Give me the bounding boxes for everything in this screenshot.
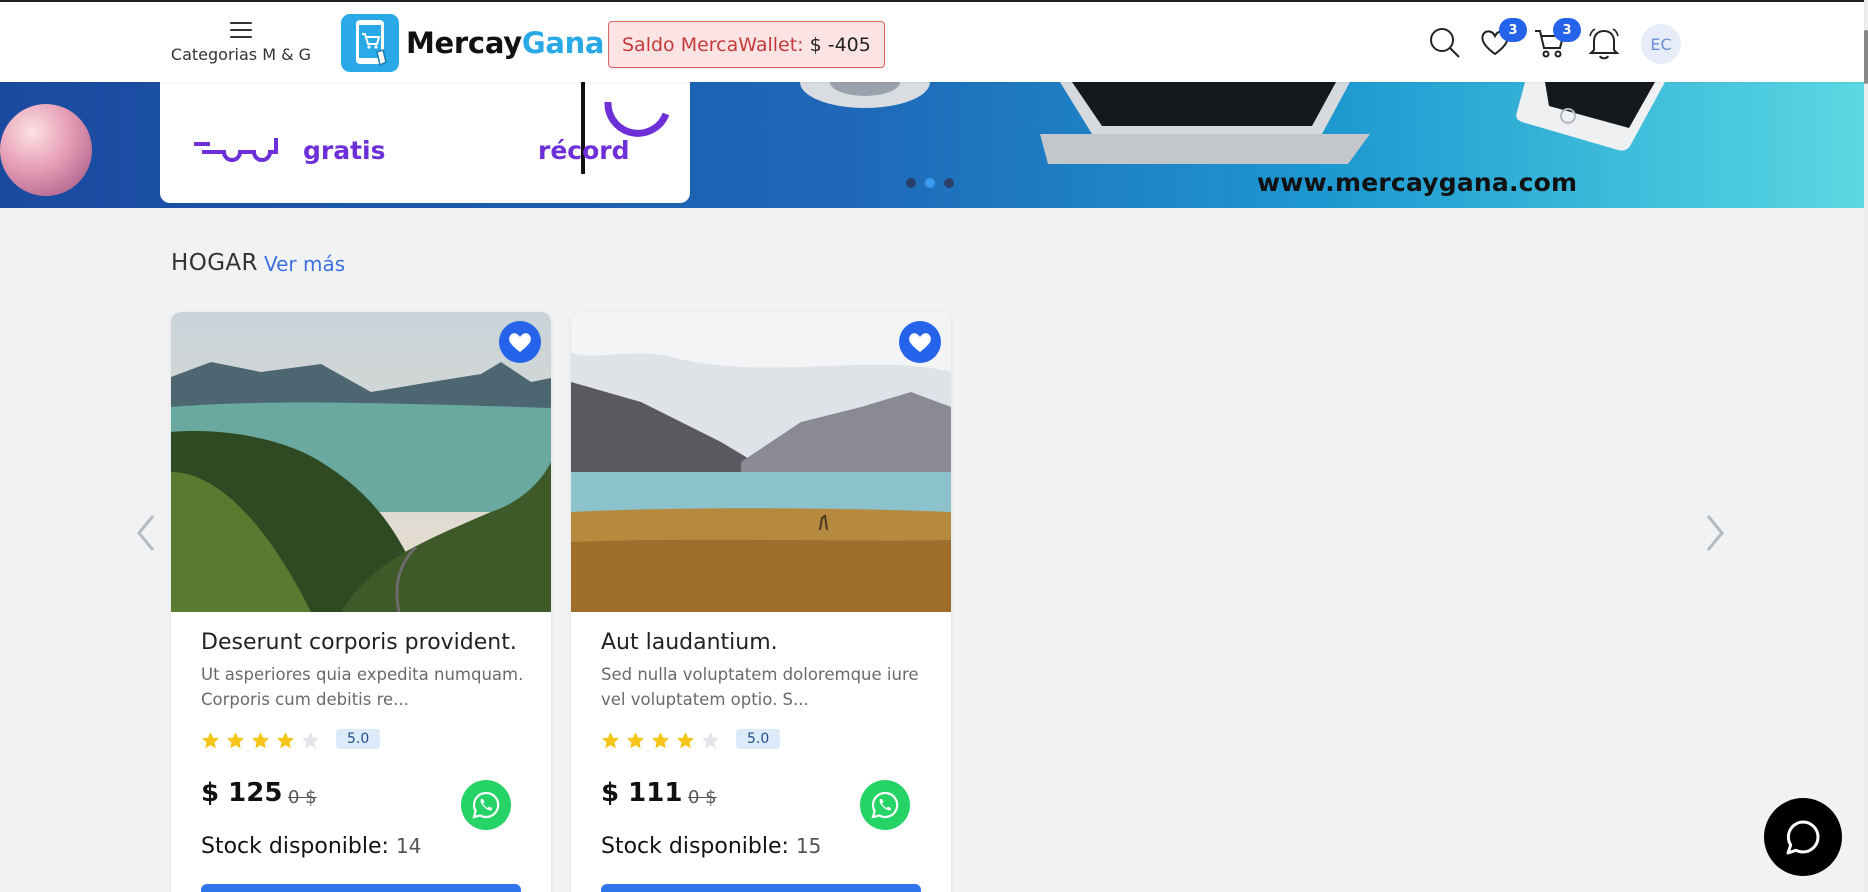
- star-icon: [702, 732, 719, 749]
- stock-label: Stock disponible:: [601, 834, 789, 859]
- product-image[interactable]: [171, 312, 551, 612]
- product-price: $ 125: [201, 778, 283, 808]
- product-title[interactable]: Aut laudantium.: [601, 630, 778, 655]
- carousel-dot-1[interactable]: [906, 178, 916, 188]
- scrollbar-thumb[interactable]: [1864, 30, 1868, 84]
- laptop-product-image: [1040, 82, 1370, 164]
- bell-icon: [1588, 28, 1620, 60]
- chat-button[interactable]: [1764, 798, 1842, 876]
- product-old-price: 0 $: [288, 787, 317, 808]
- product-price: $ 111: [601, 778, 683, 808]
- favorites-button[interactable]: 3: [1479, 18, 1527, 60]
- chat-bubble-icon: [1786, 820, 1820, 855]
- buy-button[interactable]: [201, 884, 521, 892]
- banner-website-url: www.mercaygana.com: [1257, 168, 1578, 197]
- stock-label: Stock disponible:: [201, 834, 389, 859]
- search-icon: [1430, 28, 1460, 58]
- star-icon: [277, 732, 294, 749]
- stock-info: Stock disponible: 15: [601, 834, 821, 859]
- rating-badge: 5.0: [736, 729, 781, 749]
- wallet-amount: $ -405: [809, 33, 871, 56]
- rating-badge: 5.0: [336, 729, 381, 749]
- logo-word-mercay: Mercay: [406, 26, 522, 60]
- speaker-product-image: [800, 82, 930, 108]
- stock-count: 15: [795, 834, 822, 858]
- heart-icon: [909, 333, 931, 352]
- product-description: Ut asperiores quia expedita numquam. Cor…: [201, 665, 524, 709]
- whatsapp-button[interactable]: [860, 780, 910, 830]
- page-scrollbar[interactable]: [1864, 0, 1868, 892]
- categories-menu-label: Categorias M & G: [170, 45, 312, 64]
- star-icon: [302, 732, 319, 749]
- product-rating-stars: [201, 731, 320, 750]
- decorative-sphere: [0, 104, 92, 196]
- carousel-dot-2[interactable]: [925, 178, 935, 188]
- user-avatar[interactable]: EC: [1641, 24, 1681, 64]
- shipping-icon: [194, 138, 278, 162]
- see-more-link[interactable]: Ver más: [264, 252, 345, 276]
- add-to-favorites-button[interactable]: [899, 321, 941, 363]
- whatsapp-icon: [871, 791, 899, 819]
- stock-info: Stock disponible: 14: [201, 834, 421, 859]
- star-icon: [252, 732, 269, 749]
- search-button[interactable]: [1428, 26, 1462, 60]
- product-rating-stars: [601, 731, 720, 750]
- cart-count-badge: 3: [1553, 18, 1581, 42]
- star-icon: [227, 732, 244, 749]
- chevron-right-icon: [1706, 515, 1724, 551]
- star-icon: [677, 732, 694, 749]
- heart-icon: [509, 333, 531, 352]
- carousel-next-button[interactable]: [1700, 510, 1730, 556]
- buy-button[interactable]: [601, 884, 921, 892]
- add-to-favorites-button[interactable]: [499, 321, 541, 363]
- stock-count: 14: [395, 834, 422, 858]
- chevron-left-icon: [137, 515, 155, 551]
- promo-box: gratis récord: [160, 82, 690, 203]
- top-navbar: Categorias M & G MercayGana Saldo MercaW…: [0, 0, 1864, 82]
- categories-menu-button[interactable]: Categorias M & G: [170, 18, 312, 64]
- star-icon: [602, 732, 619, 749]
- star-icon: [202, 732, 219, 749]
- whatsapp-icon: [472, 791, 500, 819]
- product-description: Sed nulla voluptatem doloremque iure vel…: [601, 665, 919, 709]
- logo-text: MercayGana: [406, 26, 605, 60]
- star-icon: [627, 732, 644, 749]
- section-title: HOGAR: [171, 250, 258, 276]
- product-title[interactable]: Deserunt corporis provident.: [201, 630, 517, 655]
- wallet-balance[interactable]: Saldo MercaWallet: $ -405: [608, 21, 885, 68]
- star-icon: [652, 732, 669, 749]
- whatsapp-button[interactable]: [461, 780, 511, 830]
- product-image[interactable]: [571, 312, 951, 612]
- carousel-prev-button[interactable]: [131, 510, 161, 556]
- logo-word-gana: Gana: [521, 26, 605, 60]
- logo-icon: [341, 14, 399, 72]
- phone-product-image: [1516, 82, 1665, 151]
- promo-text-free: gratis: [303, 136, 386, 165]
- promo-banner[interactable]: gratis récord www.mercaygana.com: [0, 82, 1864, 208]
- cart-button[interactable]: 3: [1533, 18, 1581, 60]
- site-logo[interactable]: MercayGana: [341, 14, 605, 72]
- wallet-label: Saldo MercaWallet:: [622, 33, 804, 56]
- carousel-indicators: [906, 178, 954, 188]
- product-old-price: 0 $: [688, 787, 717, 808]
- favorites-count-badge: 3: [1499, 18, 1527, 42]
- promo-text-record: récord: [538, 136, 630, 165]
- hamburger-icon: [230, 22, 252, 38]
- carousel-dot-3[interactable]: [944, 178, 954, 188]
- notifications-button[interactable]: [1588, 26, 1622, 60]
